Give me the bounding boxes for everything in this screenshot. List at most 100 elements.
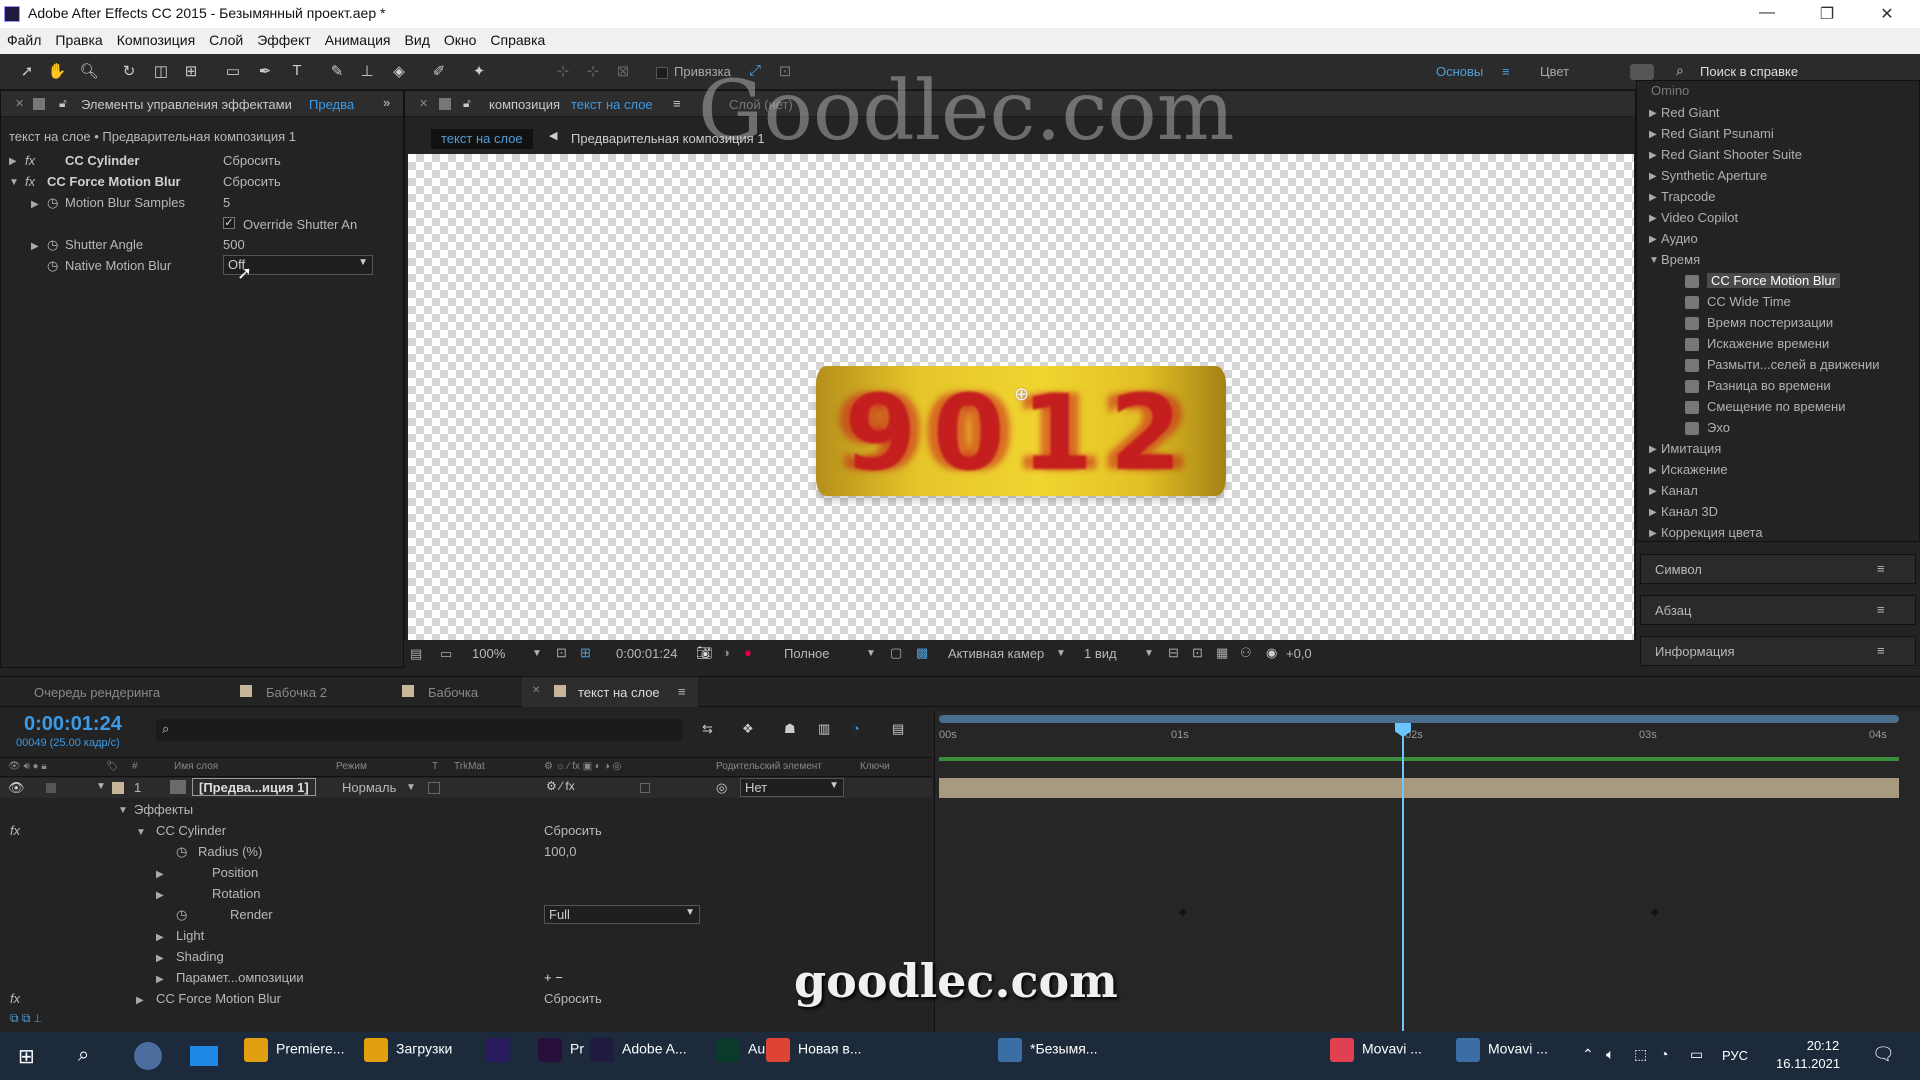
preserve-transparency-checkbox[interactable] bbox=[428, 782, 440, 794]
keyframe-icon[interactable]: ◆ bbox=[1179, 907, 1187, 918]
preset-group[interactable]: Trapcode bbox=[1661, 189, 1715, 204]
world-axis-icon[interactable]: ⊹ bbox=[582, 62, 604, 82]
tl-cc-force-reset[interactable]: Сбросить bbox=[544, 991, 602, 1006]
preset-group[interactable]: Коррекция цвета bbox=[1661, 525, 1763, 540]
windows-start-icon[interactable]: ⊞ bbox=[18, 1044, 35, 1069]
reset-cc-cylinder[interactable]: Сбросить bbox=[223, 153, 281, 168]
taskbar-app-after-effects[interactable]: Adobe A... bbox=[590, 1038, 687, 1074]
close-icon[interactable]: ✕ bbox=[1872, 4, 1902, 24]
expand-group-icon[interactable]: ▶ bbox=[1649, 213, 1657, 224]
composition-tab-prefix[interactable]: композиция bbox=[489, 97, 560, 112]
resolution-dropdown[interactable]: Полное bbox=[784, 646, 830, 661]
column-t[interactable]: T bbox=[432, 761, 438, 772]
expand-group-icon[interactable]: ▶ bbox=[1649, 444, 1657, 455]
preset-group-partial[interactable]: Omino bbox=[1651, 83, 1689, 98]
anchor-point-icon[interactable]: ⊕ bbox=[1014, 384, 1029, 405]
effect-item[interactable]: Время постеризации bbox=[1707, 315, 1833, 330]
transparency-grid-icon[interactable]: ▩ bbox=[916, 645, 928, 661]
local-axis-icon[interactable]: ⊹ bbox=[552, 62, 574, 82]
lock-icon[interactable]: 🔓︎ bbox=[463, 96, 471, 111]
expand-group-icon[interactable]: ▶ bbox=[1649, 486, 1657, 497]
clone-stamp-tool-icon[interactable]: ⊥ bbox=[356, 62, 378, 82]
time-ruler[interactable]: 00s 01s 02s 03s 04s bbox=[939, 727, 1899, 745]
snap-checkbox[interactable] bbox=[656, 67, 668, 79]
fx-icon[interactable]: fx bbox=[25, 174, 35, 189]
camera-tool-icon[interactable]: ◫ bbox=[150, 62, 172, 82]
hand-tool-icon[interactable]: ✋ bbox=[46, 62, 68, 82]
menu-composition[interactable]: Композиция bbox=[110, 28, 202, 48]
help-search-input[interactable]: Поиск в справке bbox=[1700, 64, 1798, 79]
tab-butterfly[interactable]: Бабочка bbox=[428, 685, 478, 700]
visibility-eye-icon[interactable]: 👁︎ bbox=[8, 780, 25, 796]
effect-item[interactable]: CC Force Motion Blur bbox=[1707, 273, 1840, 288]
effect-controls-tab[interactable]: Элементы управления эффектами bbox=[81, 97, 292, 112]
zoom-tool-icon[interactable]: 🔍︎ bbox=[78, 62, 100, 82]
workspace-color[interactable]: Цвет bbox=[1540, 64, 1569, 79]
av-features-icon[interactable]: 👁︎ 🔊︎ ● 🔒︎ bbox=[8, 761, 47, 772]
close-tab-icon[interactable]: ✕ bbox=[15, 97, 24, 110]
menu-window[interactable]: Окно bbox=[437, 28, 484, 48]
zoom-slider[interactable] bbox=[939, 1015, 1119, 1023]
restore-icon[interactable]: ❐ bbox=[1812, 4, 1842, 24]
parent-dropdown[interactable]: Нет ▼ bbox=[740, 778, 844, 797]
effect-name-cc-force-motion-blur[interactable]: CC Force Motion Blur bbox=[47, 174, 181, 189]
view-options-icon[interactable]: ▭ bbox=[440, 646, 452, 662]
info-panel-header[interactable]: Информация ≡ bbox=[1640, 636, 1916, 666]
column-keys[interactable]: Ключи bbox=[860, 761, 890, 772]
blend-mode-dropdown[interactable]: Нормаль bbox=[342, 780, 396, 795]
menu-view[interactable]: Вид bbox=[398, 28, 437, 48]
parent-pick-whip-icon[interactable]: ◎ bbox=[716, 780, 727, 796]
region-of-interest-icon[interactable]: ⊞ bbox=[580, 645, 591, 661]
clock-time[interactable]: 20:12 bbox=[1788, 1038, 1858, 1053]
taskbar-app-premiere-folder[interactable]: Premiere... bbox=[244, 1038, 344, 1074]
taskbar-app-chrome[interactable]: Новая в... bbox=[766, 1038, 862, 1074]
radius-value[interactable]: 100,0 bbox=[544, 844, 577, 859]
layer-switches-icon[interactable]: ⚙ ☼ ∕ fx ▣ ◐ ◑ ◎ bbox=[544, 761, 621, 772]
menu-layer[interactable]: Слой bbox=[202, 28, 250, 48]
override-shutter-checkbox[interactable]: ✓ bbox=[223, 217, 235, 229]
collapse-effects-icon[interactable]: ▼ bbox=[118, 805, 128, 816]
layer-duration-bar[interactable] bbox=[939, 778, 1899, 798]
panel-menu-icon[interactable]: ≡ bbox=[1877, 602, 1885, 617]
panel-lock-icon[interactable] bbox=[33, 98, 45, 110]
frame-blending-icon[interactable]: ▥ bbox=[818, 721, 830, 737]
effect-controls-tab-suffix[interactable]: Предва bbox=[309, 97, 354, 112]
flowchart-icon[interactable]: ⚇ bbox=[1240, 645, 1252, 661]
camera-dropdown[interactable]: Активная камер bbox=[948, 646, 1044, 661]
expand-position-icon[interactable]: ▶ bbox=[156, 869, 164, 880]
tab-render-queue[interactable]: Очередь рендеринга bbox=[34, 685, 160, 700]
workspace-toggle-icon[interactable] bbox=[1630, 64, 1654, 80]
3d-layer-switch[interactable] bbox=[640, 783, 650, 793]
preset-group[interactable]: Synthetic Aperture bbox=[1661, 168, 1767, 183]
effect-item[interactable]: Эхо bbox=[1707, 420, 1730, 435]
menu-edit[interactable]: Правка bbox=[48, 28, 109, 48]
character-panel-header[interactable]: Символ ≡ bbox=[1640, 554, 1916, 584]
expand-shading-icon[interactable]: ▶ bbox=[156, 953, 164, 964]
snapshot-icon[interactable]: 📷︎ bbox=[696, 645, 713, 661]
render-dropdown[interactable]: Full ▼ bbox=[544, 905, 700, 924]
view-axis-icon[interactable]: ⊠ bbox=[612, 62, 634, 82]
paragraph-panel-header[interactable]: Абзац ≡ bbox=[1640, 595, 1916, 625]
minimize-icon[interactable]: — bbox=[1752, 4, 1782, 24]
chevron-down-icon[interactable]: ▼ bbox=[406, 782, 416, 793]
effect-item[interactable]: Разница во времени bbox=[1707, 378, 1831, 393]
timeline-search-input[interactable]: ⌕ bbox=[156, 719, 682, 741]
expand-light-icon[interactable]: ▶ bbox=[156, 932, 164, 943]
expand-group-icon[interactable]: ▶ bbox=[1649, 171, 1657, 182]
preset-group[interactable]: Канал bbox=[1661, 483, 1698, 498]
color-channels-icon[interactable]: ● bbox=[744, 645, 752, 660]
number-icon[interactable]: # bbox=[132, 761, 138, 772]
taskbar-app-vs[interactable] bbox=[486, 1038, 518, 1074]
fast-preview-icon[interactable]: ⊡ bbox=[1192, 645, 1203, 661]
column-trkmat[interactable]: TrkMat bbox=[454, 761, 485, 772]
expand-shutter-icon[interactable]: ▶ bbox=[31, 241, 39, 252]
tl-cc-force-name[interactable]: CC Force Motion Blur bbox=[156, 991, 281, 1006]
graph-editor-icon[interactable]: ▤ bbox=[892, 721, 904, 737]
chevron-down-icon[interactable]: ▼ bbox=[866, 648, 876, 659]
expand-group-icon[interactable]: ▶ bbox=[1649, 528, 1657, 539]
composition-tab-name[interactable]: текст на слое bbox=[571, 97, 653, 112]
layer-name[interactable]: [Предва...иция 1] bbox=[192, 778, 316, 796]
draft-3d-icon[interactable]: ❖ bbox=[742, 721, 754, 737]
rotate-tool-icon[interactable]: ↻ bbox=[118, 62, 140, 82]
collapse-group-icon[interactable]: ▼ bbox=[1649, 255, 1659, 266]
